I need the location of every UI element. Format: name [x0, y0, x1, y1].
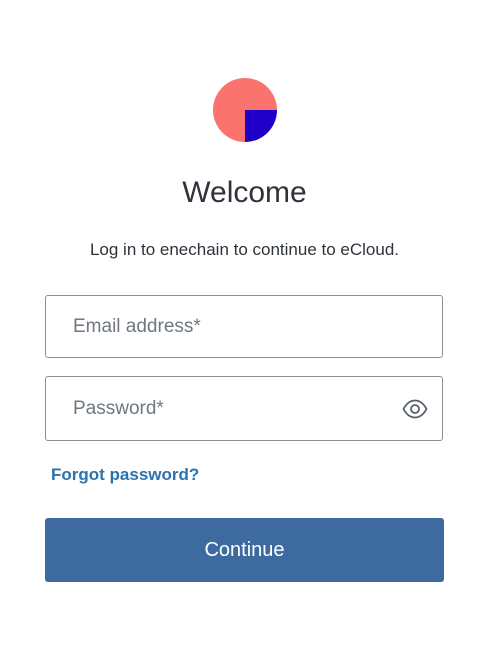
eye-icon[interactable]	[402, 397, 428, 421]
continue-button[interactable]: Continue	[45, 518, 444, 582]
page-subtitle: Log in to enechain to continue to eCloud…	[89, 240, 400, 259]
email-field-container	[45, 295, 443, 358]
email-field[interactable]	[46, 296, 442, 357]
login-page: Welcome Log in to enechain to continue t…	[0, 0, 489, 660]
password-field-container	[45, 376, 443, 441]
enechain-logo	[213, 78, 277, 142]
page-title: Welcome	[182, 176, 307, 209]
forgot-password-link[interactable]: Forgot password?	[51, 465, 199, 485]
password-field[interactable]	[46, 377, 442, 440]
